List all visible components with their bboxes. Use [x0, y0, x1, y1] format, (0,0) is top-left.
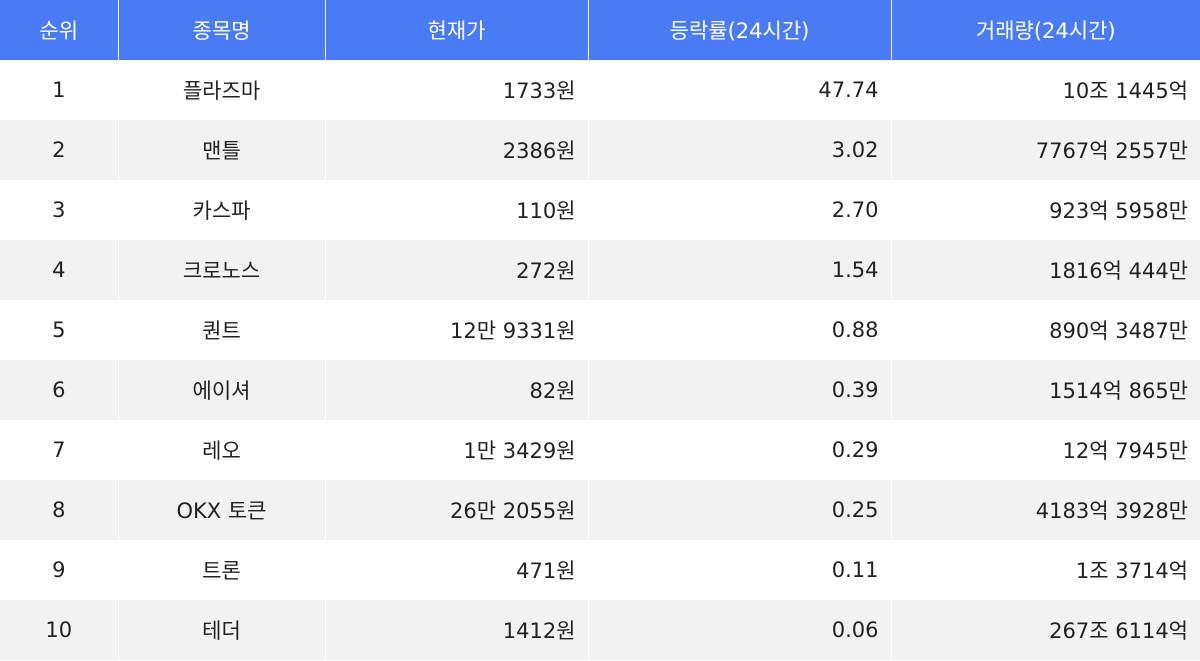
cell-price: 1만 3429원 [324, 420, 588, 480]
cell-volume: 1816억 444만 [890, 240, 1200, 300]
cell-volume: 923억 5958만 [890, 180, 1200, 240]
cell-change: 0.11 [587, 540, 891, 600]
table-row[interactable]: 5 퀀트 12만 9331원 0.88 890억 3487만 [0, 300, 1200, 360]
cell-volume: 890억 3487만 [890, 300, 1200, 360]
table-row[interactable]: 3 카스파 110원 2.70 923억 5958만 [0, 180, 1200, 240]
table-row[interactable]: 8 OKX 토큰 26만 2055원 0.25 4183억 3928만 [0, 480, 1200, 540]
header-name[interactable]: 종목명 [117, 0, 325, 60]
cell-name: OKX 토큰 [117, 480, 325, 540]
table-row[interactable]: 9 트론 471원 0.11 1조 3714억 [0, 540, 1200, 600]
cell-name: 맨틀 [117, 120, 325, 180]
cell-name: 트론 [117, 540, 325, 600]
cell-rank: 2 [0, 120, 118, 180]
cell-rank: 5 [0, 300, 118, 360]
cell-price: 110원 [324, 180, 588, 240]
cell-price: 272원 [324, 240, 588, 300]
cell-price: 12만 9331원 [324, 300, 588, 360]
cell-rank: 3 [0, 180, 118, 240]
cell-name: 플라즈마 [117, 60, 325, 120]
cell-rank: 10 [0, 600, 118, 660]
cell-name: 카스파 [117, 180, 325, 240]
cell-rank: 6 [0, 360, 118, 420]
cell-price: 471원 [324, 540, 588, 600]
cell-price: 82원 [324, 360, 588, 420]
cell-change: 0.39 [587, 360, 891, 420]
cell-volume: 267조 6114억 [890, 600, 1200, 660]
cell-rank: 1 [0, 60, 118, 120]
cell-change: 2.70 [587, 180, 891, 240]
cell-rank: 7 [0, 420, 118, 480]
ranking-table: 순위 종목명 현재가 등락률(24시간) 거래량(24시간) 1 플라즈마 17… [0, 0, 1200, 660]
cell-change: 1.54 [587, 240, 891, 300]
header-price[interactable]: 현재가 [324, 0, 588, 60]
cell-volume: 12억 7945만 [890, 420, 1200, 480]
table-header-row: 순위 종목명 현재가 등락률(24시간) 거래량(24시간) [0, 0, 1200, 60]
cell-change: 0.25 [587, 480, 891, 540]
cell-name: 퀀트 [117, 300, 325, 360]
table-row[interactable]: 2 맨틀 2386원 3.02 7767억 2557만 [0, 120, 1200, 180]
header-change[interactable]: 등락률(24시간) [587, 0, 891, 60]
cell-price: 1412원 [324, 600, 588, 660]
cell-rank: 8 [0, 480, 118, 540]
cell-volume: 4183억 3928만 [890, 480, 1200, 540]
cell-price: 26만 2055원 [324, 480, 588, 540]
cell-name: 에이셔 [117, 360, 325, 420]
cell-change: 0.29 [587, 420, 891, 480]
cell-rank: 9 [0, 540, 118, 600]
cell-name: 테더 [117, 600, 325, 660]
cell-volume: 10조 1445억 [890, 60, 1200, 120]
cell-name: 레오 [117, 420, 325, 480]
table-row[interactable]: 7 레오 1만 3429원 0.29 12억 7945만 [0, 420, 1200, 480]
header-volume[interactable]: 거래량(24시간) [890, 0, 1200, 60]
cell-rank: 4 [0, 240, 118, 300]
table-row[interactable]: 6 에이셔 82원 0.39 1514억 865만 [0, 360, 1200, 420]
header-rank[interactable]: 순위 [0, 0, 118, 60]
cell-volume: 1514억 865만 [890, 360, 1200, 420]
cell-volume: 1조 3714억 [890, 540, 1200, 600]
cell-change: 0.88 [587, 300, 891, 360]
table-row[interactable]: 10 테더 1412원 0.06 267조 6114억 [0, 600, 1200, 660]
cell-change: 0.06 [587, 600, 891, 660]
cell-name: 크로노스 [117, 240, 325, 300]
table-row[interactable]: 1 플라즈마 1733원 47.74 10조 1445억 [0, 60, 1200, 120]
table-row[interactable]: 4 크로노스 272원 1.54 1816억 444만 [0, 240, 1200, 300]
cell-volume: 7767억 2557만 [890, 120, 1200, 180]
cell-price: 2386원 [324, 120, 588, 180]
cell-change: 47.74 [587, 60, 891, 120]
cell-change: 3.02 [587, 120, 891, 180]
cell-price: 1733원 [324, 60, 588, 120]
